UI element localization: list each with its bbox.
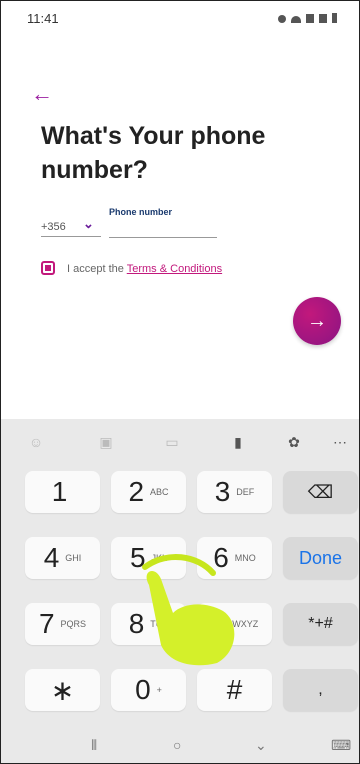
gif-icon[interactable]: ▭ [161, 431, 183, 453]
comma-key[interactable]: , [283, 669, 358, 711]
back-arrow-icon[interactable]: ← [31, 81, 53, 107]
symbols-key[interactable]: *+# [283, 603, 358, 645]
sticker-icon[interactable]: ▣ [95, 431, 117, 453]
key-asterisk[interactable]: ∗ [25, 669, 100, 711]
phone-number-label: Phone number [109, 207, 173, 217]
microphone-icon[interactable]: ▮ [227, 431, 249, 453]
key-8[interactable]: 8 TUV [111, 603, 186, 645]
terms-link[interactable]: Terms & Conditions [127, 263, 222, 275]
status-time: 11:41 [27, 11, 59, 26]
terms-prefix: I accept the [67, 263, 127, 275]
next-button[interactable]: → [293, 297, 341, 345]
country-code-underline [41, 236, 101, 237]
signal-icon-2 [319, 14, 327, 23]
numeric-keyboard: ☺ ▣ ▭ ▮ ✿ ⋯ 1 2 ABC 3 DEF ⌫ 4 GHI 5 JKL 6 MNO [1, 419, 359, 763]
status-bar: 11:41 [1, 1, 359, 35]
phone-number-input[interactable] [109, 219, 217, 238]
signal-icon [306, 14, 314, 23]
recent-apps-icon[interactable]: ⦀ [91, 737, 97, 754]
emoji-icon[interactable]: ☺ [25, 431, 47, 453]
battery-icon [332, 13, 337, 23]
checkbox-check-icon [45, 265, 51, 271]
key-3[interactable]: 3 DEF [197, 471, 272, 513]
country-code: +356 [41, 221, 66, 233]
key-7[interactable]: 7 PQRS [25, 603, 100, 645]
done-key[interactable]: Done [283, 537, 358, 579]
status-icons [278, 13, 337, 23]
phone-screen: 11:41 ← What's Your phone number? +356 ⌄… [0, 0, 360, 764]
keyboard-toolbar: ☺ ▣ ▭ ▮ ✿ ⋯ [1, 419, 359, 467]
home-icon[interactable]: ○ [173, 737, 181, 753]
alarm-icon [278, 15, 286, 23]
backspace-key[interactable]: ⌫ [283, 471, 358, 513]
chevron-down-icon[interactable]: ⌄ [83, 216, 94, 232]
key-9[interactable]: 9 WXYZ [197, 603, 272, 645]
key-1[interactable]: 1 [25, 471, 100, 513]
key-2[interactable]: 2 ABC [111, 471, 186, 513]
terms-text: I accept the Terms & Conditions [67, 263, 222, 275]
keyboard-switch-icon[interactable]: ⌨ [331, 737, 351, 754]
key-5[interactable]: 5 JKL [111, 537, 186, 579]
key-6[interactable]: 6 MNO [197, 537, 272, 579]
back-nav-icon[interactable]: ⌄ [255, 737, 267, 754]
settings-icon[interactable]: ✿ [283, 431, 305, 453]
terms-checkbox[interactable] [41, 261, 55, 275]
page-title: What's Your phone number? [41, 122, 266, 184]
more-icon[interactable]: ⋯ [329, 431, 351, 453]
key-0[interactable]: 0 + [111, 669, 186, 711]
backspace-icon: ⌫ [307, 481, 334, 502]
wifi-icon [291, 16, 301, 23]
android-nav-bar: ⦀ ○ ⌄ ⌨ [1, 737, 359, 763]
key-hash[interactable]: # [197, 669, 272, 711]
key-4[interactable]: 4 GHI [25, 537, 100, 579]
arrow-right-icon: → [307, 309, 327, 332]
